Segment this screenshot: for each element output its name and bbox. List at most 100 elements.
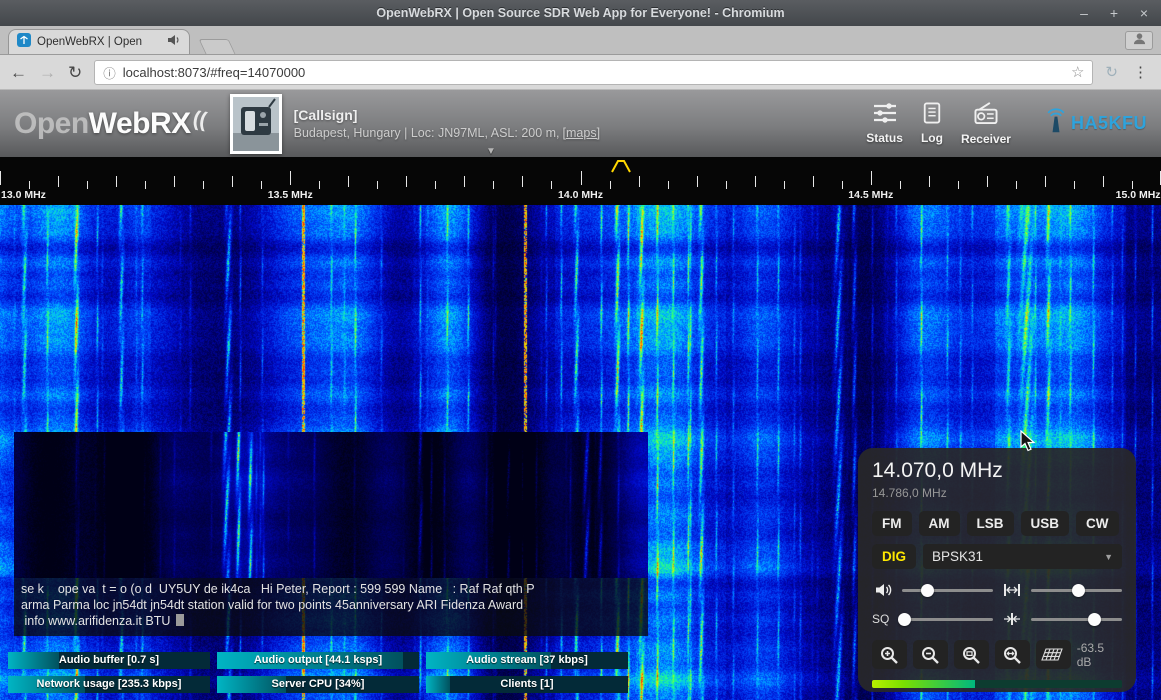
mode-button-fm[interactable]: FM (872, 511, 912, 536)
nav-receiver-label: Receiver (961, 132, 1011, 146)
waterfall-auto-adjust-button[interactable] (1001, 583, 1023, 597)
tab-strip: OpenWebRX | Open (0, 26, 1161, 55)
scale-tick (1132, 181, 1133, 189)
zoom-toolbar: -63.5 dB (872, 640, 1122, 669)
scale-tick (958, 181, 959, 189)
forward-button[interactable]: → (39, 64, 56, 81)
window-title: OpenWebRX | Open Source SDR Web App for … (376, 6, 784, 20)
waterfall-min-slider-knob[interactable] (1088, 613, 1101, 626)
extension-action-icon[interactable]: ↻ (1105, 63, 1118, 81)
browser-menu-button[interactable]: ⋮ (1130, 63, 1151, 81)
status-bar-audio-output: Audio output [44.1 ksps] (217, 652, 419, 669)
tab-title: OpenWebRX | Open (37, 36, 161, 48)
center-frequency: 14.786,0 MHz (872, 486, 1122, 500)
bookmark-star-icon[interactable]: ☆ (1071, 63, 1084, 81)
waterfall-max-slider-knob[interactable] (1072, 584, 1085, 597)
status-bars: Audio buffer [0.7 s] Audio output [44.1 k… (8, 652, 628, 693)
zoom-selection-button[interactable] (954, 640, 989, 669)
waterfall-3d-button[interactable] (1036, 640, 1071, 669)
mode-button-lsb[interactable]: LSB (967, 511, 1014, 536)
scale-tick (610, 181, 611, 189)
scale-tick (1074, 181, 1075, 189)
status-bar-clients: Clients [1] (426, 676, 628, 693)
zoom-out-button[interactable] (913, 640, 948, 669)
waterfall-min-slider[interactable] (1031, 611, 1122, 627)
scale-tick (232, 176, 233, 187)
brand-text: HA5KFU (1071, 113, 1147, 134)
nav-status-label: Status (866, 131, 903, 145)
nav-log-label: Log (921, 131, 943, 145)
scale-tick (203, 181, 204, 189)
freq-scale-label: 13.5 MHz (268, 189, 313, 201)
dropdown-arrow-icon: ▼ (1104, 552, 1113, 562)
header-nav: Status Log Receiver (866, 102, 1147, 146)
receiver-details: [Callsign] Budapest, Hungary | Loc: JN97… (294, 106, 600, 142)
dig-button[interactable]: DIG (872, 544, 916, 569)
decoded-line: info www.arifidenza.it BTU (21, 614, 641, 630)
browser-toolbar: ← → ↻ ⓘ localhost:8073/#freq=14070000 ☆ … (0, 55, 1161, 90)
volume-slider[interactable] (902, 582, 993, 598)
nav-status-button[interactable]: Status (866, 102, 903, 145)
window-titlebar[interactable]: OpenWebRX | Open Source SDR Web App for … (0, 0, 1161, 26)
scale-tick (929, 176, 930, 187)
window-controls: – + × (1077, 0, 1151, 26)
volume-icon[interactable] (872, 583, 894, 597)
scale-tick (522, 176, 523, 187)
openwebrx-app: OpenWebRX(( [Callsign] Budapest, Hungary… (0, 90, 1161, 700)
status-bars-row-1: Audio buffer [0.7 s] Audio output [44.1 k… (8, 652, 628, 669)
window-minimize-button[interactable]: – (1077, 6, 1091, 20)
scale-tick (319, 181, 320, 189)
browser-tab[interactable]: OpenWebRX | Open (8, 29, 190, 54)
squelch-slider-knob[interactable] (898, 613, 911, 626)
squelch-slider-track (902, 618, 993, 621)
receiver-photo (230, 94, 282, 154)
scale-tick (639, 176, 640, 187)
scale-tick (871, 171, 872, 185)
scale-tick (784, 181, 785, 189)
window-maximize-button[interactable]: + (1107, 6, 1121, 20)
digital-mode-select[interactable]: BPSK31 ▼ (923, 544, 1122, 569)
zoom-fit-button[interactable] (995, 640, 1030, 669)
mode-buttons-row: FM AM LSB USBCW (872, 511, 1122, 536)
scale-tick (116, 176, 117, 187)
scale-tick (668, 181, 669, 189)
decoded-line: se k ope va t = o (o d UY5UY de ik4ca Hi… (21, 582, 641, 598)
nav-receiver-button[interactable]: Receiver (961, 102, 1011, 146)
scale-tick (0, 171, 1, 185)
tab-audio-icon[interactable] (167, 33, 181, 51)
url-text[interactable]: localhost:8073/#freq=14070000 (123, 65, 1064, 80)
frequency-scale[interactable]: 13.0 MHz13.5 MHz14.0 MHz14.5 MHz15.0 MHz (0, 157, 1161, 205)
receiver-panel: 14.070,0 MHz 14.786,0 MHz FM AM LSB USBCW D… (858, 448, 1136, 692)
zoom-in-button[interactable] (872, 640, 907, 669)
new-tab-button[interactable] (199, 39, 236, 54)
scale-tick (755, 176, 756, 187)
window-close-button[interactable]: × (1137, 6, 1151, 20)
squelch-slider[interactable] (902, 611, 993, 627)
nav-log-button[interactable]: Log (921, 102, 943, 145)
address-bar[interactable]: ⓘ localhost:8073/#freq=14070000 ☆ (94, 60, 1093, 85)
digital-mode-value: BPSK31 (932, 549, 983, 564)
panel-collapse-arrow[interactable]: ▼ (486, 146, 496, 157)
status-bar-audio-buffer: Audio buffer [0.7 s] (8, 652, 210, 669)
waterfall-max-slider[interactable] (1031, 582, 1122, 598)
volume-slider-track (902, 589, 993, 592)
site-info-icon[interactable]: ⓘ (103, 63, 116, 82)
maps-link[interactable]: [maps] (563, 126, 601, 140)
reload-button[interactable]: ↻ (68, 64, 82, 81)
scale-tick (1103, 176, 1104, 187)
mode-button-am[interactable]: AM (919, 511, 960, 536)
digimode-waterfall[interactable] (14, 432, 648, 578)
decoded-line: arma Parma loc jn54dt jn54dt station val… (21, 598, 641, 614)
profile-button[interactable] (1125, 31, 1153, 50)
volume-slider-knob[interactable] (921, 584, 934, 597)
status-bar-server-cpu: Server CPU [34%] (217, 676, 419, 693)
tuner-marker[interactable] (611, 159, 631, 173)
mode-button-usb[interactable]: USB (1021, 511, 1070, 536)
waterfall-default-levels-button[interactable] (1001, 612, 1023, 626)
freq-scale-label: 13.0 MHz (1, 189, 46, 201)
scale-tick (493, 181, 494, 189)
mode-button-cw[interactable]: CW (1076, 511, 1119, 536)
back-button[interactable]: ← (10, 64, 27, 81)
tuned-frequency[interactable]: 14.070,0 MHz (872, 459, 1122, 483)
squelch-label: SQ (872, 612, 894, 626)
